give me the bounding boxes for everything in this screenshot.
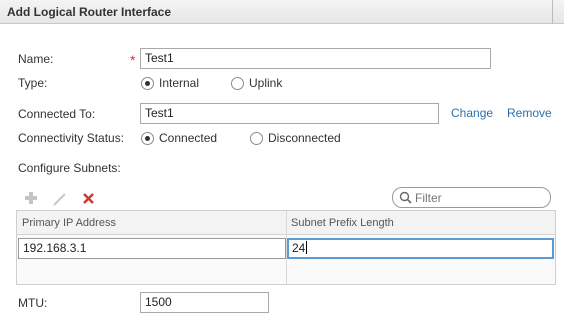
- plus-icon: [25, 192, 37, 204]
- type-uplink-radio[interactable]: [231, 77, 244, 90]
- subnet-prefix-value: 24: [292, 241, 306, 255]
- type-internal-label[interactable]: Internal: [159, 76, 199, 90]
- configure-subnets-label: Configure Subnets:: [18, 161, 121, 175]
- connected-radio-label[interactable]: Connected: [159, 131, 217, 145]
- change-link[interactable]: Change: [451, 106, 493, 120]
- type-uplink-label[interactable]: Uplink: [249, 76, 282, 90]
- delete-subnet-button[interactable]: [80, 192, 96, 208]
- mtu-label: MTU:: [18, 296, 48, 310]
- column-header-primary-ip[interactable]: Primary IP Address: [22, 217, 116, 229]
- primary-ip-cell-input[interactable]: 192.168.3.1: [18, 238, 286, 259]
- subnet-prefix-cell-input[interactable]: 24: [287, 238, 554, 259]
- disconnected-radio-label[interactable]: Disconnected: [268, 131, 341, 145]
- required-asterisk: *: [130, 52, 136, 68]
- name-label: Name:: [18, 52, 54, 66]
- type-label: Type:: [18, 76, 48, 90]
- dialog-titlebar: Add Logical Router Interface: [0, 0, 564, 24]
- mtu-input[interactable]: 1500: [140, 292, 269, 313]
- titlebar-divider: [552, 0, 553, 24]
- name-input[interactable]: Test1: [140, 48, 491, 69]
- subnet-table: Primary IP Address Subnet Prefix Length …: [16, 210, 556, 285]
- x-icon: [82, 193, 94, 204]
- column-header-subnet-prefix[interactable]: Subnet Prefix Length: [291, 217, 394, 229]
- connected-radio[interactable]: [141, 132, 154, 145]
- search-icon: [399, 191, 412, 207]
- dialog-title: Add Logical Router Interface: [7, 5, 172, 19]
- connected-to-label: Connected To:: [18, 107, 96, 121]
- text-caret: [306, 241, 308, 254]
- pencil-icon: [53, 193, 66, 206]
- disconnected-radio[interactable]: [250, 132, 263, 145]
- edit-subnet-button[interactable]: [51, 191, 67, 207]
- type-internal-radio[interactable]: [141, 77, 154, 90]
- connectivity-status-label: Connectivity Status:: [18, 131, 125, 145]
- filter-input[interactable]: [415, 190, 543, 205]
- add-subnet-button[interactable]: [23, 191, 39, 207]
- remove-link[interactable]: Remove: [507, 106, 552, 120]
- filter-box[interactable]: [392, 187, 551, 208]
- connected-to-input[interactable]: Test1: [140, 103, 439, 124]
